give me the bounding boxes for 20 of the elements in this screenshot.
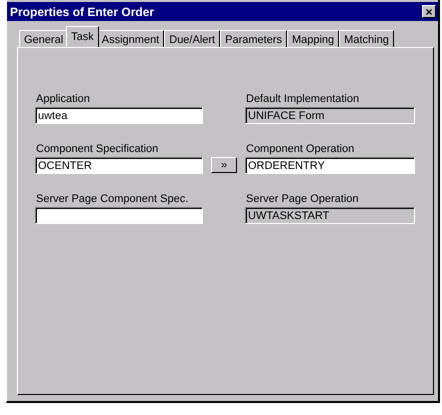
- tab[interactable]: Assignment: [96, 30, 164, 47]
- text-field[interactable]: [35, 207, 203, 224]
- field-label: Default Implementation: [245, 93, 360, 106]
- window-title: Properties of Enter Order: [10, 4, 154, 18]
- field-label: Application: [35, 93, 91, 106]
- text-field[interactable]: OCENTER: [35, 157, 203, 174]
- tab[interactable]: Parameters: [220, 30, 287, 47]
- tab[interactable]: Mapping: [286, 30, 340, 47]
- tab[interactable]: Task: [66, 26, 99, 47]
- close-button[interactable]: ×: [422, 5, 436, 18]
- tab[interactable]: Matching: [339, 30, 394, 47]
- text-field[interactable]: ORDERENTRY: [245, 157, 415, 174]
- transfer-button[interactable]: »: [211, 157, 237, 173]
- field-label: Server Page Operation: [245, 193, 360, 206]
- tab[interactable]: General: [19, 30, 68, 47]
- field-label: Server Page Component Spec.: [35, 193, 190, 206]
- text-field[interactable]: uwtea: [35, 107, 203, 124]
- tab[interactable]: Due/Alert: [164, 30, 220, 47]
- field-label: Component Specification: [35, 143, 160, 156]
- field-label: Component Operation: [245, 143, 356, 156]
